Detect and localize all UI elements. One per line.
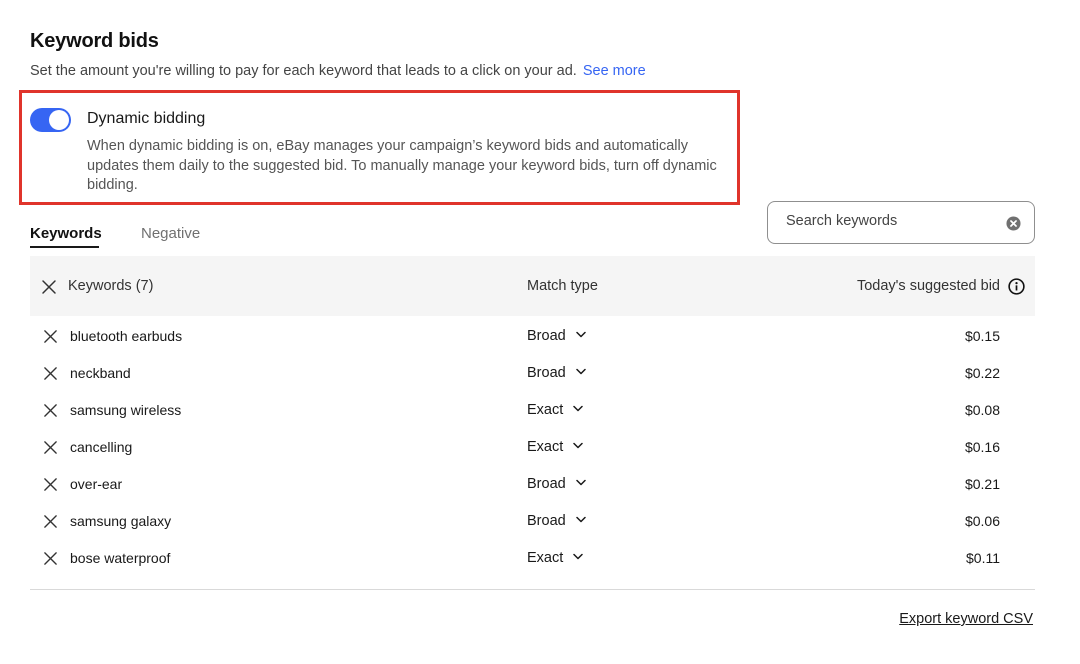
bid-cell: $0.21 [964, 476, 1000, 492]
page-subtitle: Set the amount you're willing to pay for… [30, 63, 646, 79]
keyword-cell: bluetooth earbuds [70, 328, 183, 344]
subtitle-text: Set the amount you're willing to pay for… [30, 63, 577, 79]
keyword-cell: samsung wireless [70, 402, 182, 418]
close-icon[interactable] [43, 440, 58, 455]
match-type-value: Exact [527, 402, 564, 418]
table-divider [30, 589, 1035, 590]
chevron-down-icon [573, 553, 584, 559]
close-icon[interactable] [43, 366, 58, 381]
match-type-value: Exact [527, 550, 564, 566]
match-type-select[interactable]: Broad [527, 328, 586, 344]
tab-keywords[interactable]: Keywords [30, 225, 102, 242]
keyword-cell: samsung galaxy [70, 513, 172, 529]
table-row: bluetooth earbuds Broad $0.15 [30, 320, 1035, 357]
keyword-cell: bose waterproof [70, 550, 171, 566]
bid-cell: $0.08 [964, 402, 1000, 418]
chevron-down-icon [573, 405, 584, 411]
close-icon[interactable] [43, 329, 58, 344]
chevron-down-icon [573, 442, 584, 448]
match-type-column-header: Match type [527, 278, 598, 294]
bid-cell: $0.06 [964, 513, 1000, 529]
bid-cell: $0.11 [966, 550, 1000, 566]
table-row: neckband Broad $0.22 [30, 357, 1035, 394]
match-type-value: Broad [527, 328, 566, 344]
keyword-cell: cancelling [70, 439, 133, 455]
active-tab-indicator [30, 246, 99, 248]
export-csv-link[interactable]: Export keyword CSV [899, 611, 1033, 627]
bid-cell: $0.15 [964, 328, 1000, 344]
dynamic-bidding-toggle[interactable] [30, 108, 71, 132]
close-icon[interactable] [43, 551, 58, 566]
clear-circle-icon[interactable] [1006, 216, 1021, 231]
match-type-value: Broad [527, 365, 566, 381]
table-row: over-ear Broad $0.21 [30, 468, 1035, 505]
chevron-down-icon [575, 479, 586, 485]
table-row: cancelling Exact $0.16 [30, 431, 1035, 468]
keyword-cell: over-ear [70, 476, 123, 492]
keyword-cell: neckband [70, 365, 131, 381]
match-type-select[interactable]: Broad [527, 513, 586, 529]
page-title: Keyword bids [30, 30, 159, 52]
table-row: samsung wireless Exact $0.08 [30, 394, 1035, 431]
dynamic-bidding-description: When dynamic bidding is on, eBay manages… [87, 138, 717, 193]
table-header: Keywords (7) Match type Today's suggeste… [30, 256, 1035, 316]
chevron-down-icon [575, 331, 586, 337]
table-row: samsung galaxy Broad $0.06 [30, 505, 1035, 542]
match-type-select[interactable]: Exact [527, 402, 584, 418]
match-type-value: Broad [527, 476, 566, 492]
bid-cell: $0.22 [964, 365, 1000, 381]
match-type-value: Exact [527, 439, 564, 455]
match-type-value: Broad [527, 513, 566, 529]
bid-cell: $0.16 [964, 439, 1000, 455]
info-icon[interactable] [1008, 278, 1025, 295]
close-icon[interactable] [43, 403, 58, 418]
search-input[interactable] [786, 213, 986, 229]
see-more-link[interactable]: See more [583, 63, 646, 79]
toggle-knob [49, 110, 69, 130]
table-row: bose waterproof Exact $0.11 [30, 542, 1035, 579]
chevron-down-icon [575, 516, 586, 522]
suggested-bid-column-header: Today's suggested bid [856, 278, 1000, 294]
search-box [767, 201, 1035, 244]
keywords-column-header: Keywords (7) [68, 278, 154, 294]
match-type-select[interactable]: Broad [527, 476, 586, 492]
dynamic-bidding-title: Dynamic bidding [87, 110, 206, 127]
match-type-select[interactable]: Exact [527, 550, 584, 566]
tab-negative[interactable]: Negative [141, 225, 200, 242]
close-icon[interactable] [43, 477, 58, 492]
match-type-select[interactable]: Broad [527, 365, 586, 381]
close-icon[interactable] [41, 279, 57, 295]
chevron-down-icon [575, 368, 586, 374]
close-icon[interactable] [43, 514, 58, 529]
match-type-select[interactable]: Exact [527, 439, 584, 455]
